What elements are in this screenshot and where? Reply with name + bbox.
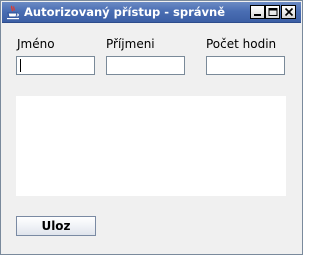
last-name-label: Příjmeni — [106, 37, 155, 51]
close-button[interactable] — [281, 5, 296, 19]
notes-text-area[interactable] — [16, 96, 286, 196]
java-cup-icon[interactable] — [6, 5, 20, 20]
window-title: Autorizovaný přístup - správně — [24, 5, 226, 19]
minimize-button[interactable] — [250, 5, 265, 19]
hours-field[interactable] — [206, 56, 285, 75]
app-window: Autorizovaný přístup - správně Jméno Pří… — [0, 0, 303, 255]
close-icon — [284, 7, 294, 17]
first-name-field[interactable] — [16, 56, 95, 75]
last-name-field[interactable] — [106, 56, 185, 75]
hours-label: Počet hodin — [206, 37, 277, 51]
title-bar[interactable]: Autorizovaný přístup - správně — [2, 2, 301, 23]
minimize-icon — [254, 14, 261, 16]
first-name-label: Jméno — [17, 37, 55, 51]
text-caret — [20, 59, 21, 72]
maximize-button[interactable] — [265, 5, 280, 19]
save-button[interactable]: Uloz — [16, 216, 96, 236]
maximize-icon — [268, 8, 278, 16]
